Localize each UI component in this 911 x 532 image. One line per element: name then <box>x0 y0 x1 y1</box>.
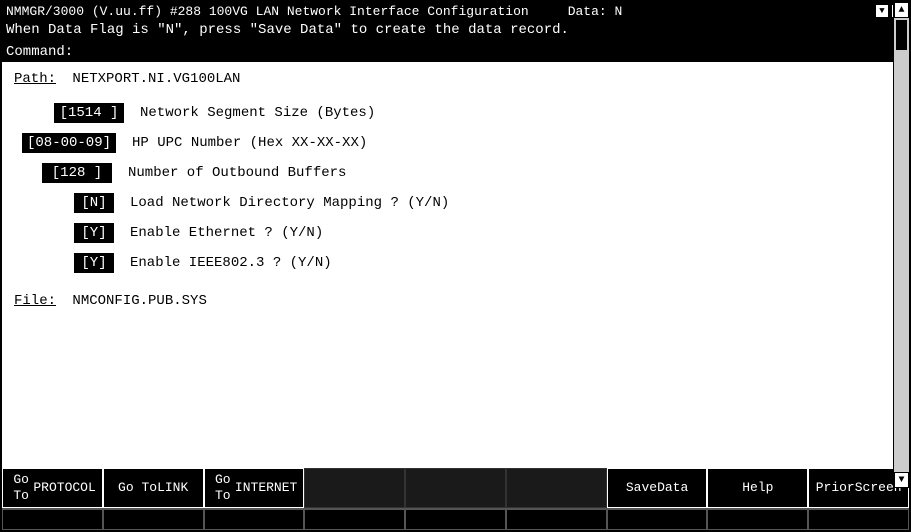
field-row-segment-size: [1514 ] Network Segment Size (Bytes) <box>14 103 881 123</box>
goto-link-button[interactable]: Go ToLINK <box>103 468 204 508</box>
empty-button-6 <box>506 468 607 508</box>
scrollbar-down-button[interactable]: ▼ <box>894 472 909 488</box>
command-line: Command: <box>2 42 909 63</box>
field-row-ndm: [N] Load Network Directory Mapping ? (Y/… <box>14 193 881 213</box>
field-row-buffers: [128 ] Number of Outbound Buffers <box>14 163 881 183</box>
sec-btn-4 <box>304 509 405 530</box>
field-segment-size-label: Network Segment Size (Bytes) <box>140 105 375 121</box>
field-ethernet-label: Enable Ethernet ? (Y/N) <box>130 225 323 241</box>
help-button[interactable]: Help <box>707 468 808 508</box>
path-value: NETXPORT.NI.VG100LAN <box>72 71 240 87</box>
field-ndm-value[interactable]: [N] <box>74 193 114 213</box>
secondary-button-bar <box>2 508 909 530</box>
header-message: When Data Flag is "N", press "Save Data"… <box>2 20 909 42</box>
file-label: File: <box>14 293 56 309</box>
field-upc-value[interactable]: [08-00-09] <box>22 133 116 153</box>
scrollbar[interactable]: ▲ ▼ <box>893 2 909 488</box>
main-window: NMMGR/3000 (V.uu.ff) #288 100VG LAN Netw… <box>0 0 911 532</box>
path-line: Path: NETXPORT.NI.VG100LAN <box>14 71 881 87</box>
field-ethernet-value[interactable]: [Y] <box>74 223 114 243</box>
sec-btn-9 <box>808 509 909 530</box>
sec-btn-6 <box>506 509 607 530</box>
field-segment-size-value[interactable]: [1514 ] <box>54 103 124 123</box>
save-data-button[interactable]: SaveData <box>607 468 708 508</box>
goto-protocol-button[interactable]: Go ToPROTOCOL <box>2 468 103 508</box>
sec-btn-3 <box>204 509 305 530</box>
path-label: Path: <box>14 71 56 87</box>
goto-internet-button[interactable]: Go ToINTERNET <box>204 468 305 508</box>
field-ieee-label: Enable IEEE802.3 ? (Y/N) <box>130 255 332 271</box>
field-buffers-value[interactable]: [128 ] <box>42 163 112 183</box>
field-row-ieee: [Y] Enable IEEE802.3 ? (Y/N) <box>14 253 881 273</box>
scrollbar-thumb[interactable] <box>896 20 907 50</box>
title-bar: NMMGR/3000 (V.uu.ff) #288 100VG LAN Netw… <box>2 2 909 20</box>
field-row-ethernet: [Y] Enable Ethernet ? (Y/N) <box>14 223 881 243</box>
bottom-button-bar: Go ToPROTOCOL Go ToLINK Go ToINTERNET Sa… <box>2 466 909 508</box>
window-title: NMMGR/3000 (V.uu.ff) #288 100VG LAN Netw… <box>6 4 622 19</box>
minimize-button[interactable]: ▼ <box>875 4 889 18</box>
sec-btn-7 <box>607 509 708 530</box>
field-buffers-label: Number of Outbound Buffers <box>128 165 346 181</box>
empty-button-4 <box>304 468 405 508</box>
field-upc-label: HP UPC Number (Hex XX-XX-XX) <box>132 135 367 151</box>
sec-btn-1 <box>2 509 103 530</box>
data-flag-message: When Data Flag is "N", press "Save Data"… <box>6 22 905 38</box>
field-ndm-label: Load Network Directory Mapping ? (Y/N) <box>130 195 449 211</box>
empty-button-5 <box>405 468 506 508</box>
field-row-upc: [08-00-09] HP UPC Number (Hex XX-XX-XX) <box>14 133 881 153</box>
command-label: Command: <box>6 44 73 60</box>
field-ieee-value[interactable]: [Y] <box>74 253 114 273</box>
scrollbar-up-button[interactable]: ▲ <box>894 2 909 18</box>
main-content: Path: NETXPORT.NI.VG100LAN [1514 ] Netwo… <box>2 63 909 466</box>
sec-btn-5 <box>405 509 506 530</box>
sec-btn-8 <box>707 509 808 530</box>
file-line: File: NMCONFIG.PUB.SYS <box>14 293 881 309</box>
sec-btn-2 <box>103 509 204 530</box>
file-value: NMCONFIG.PUB.SYS <box>72 293 206 309</box>
